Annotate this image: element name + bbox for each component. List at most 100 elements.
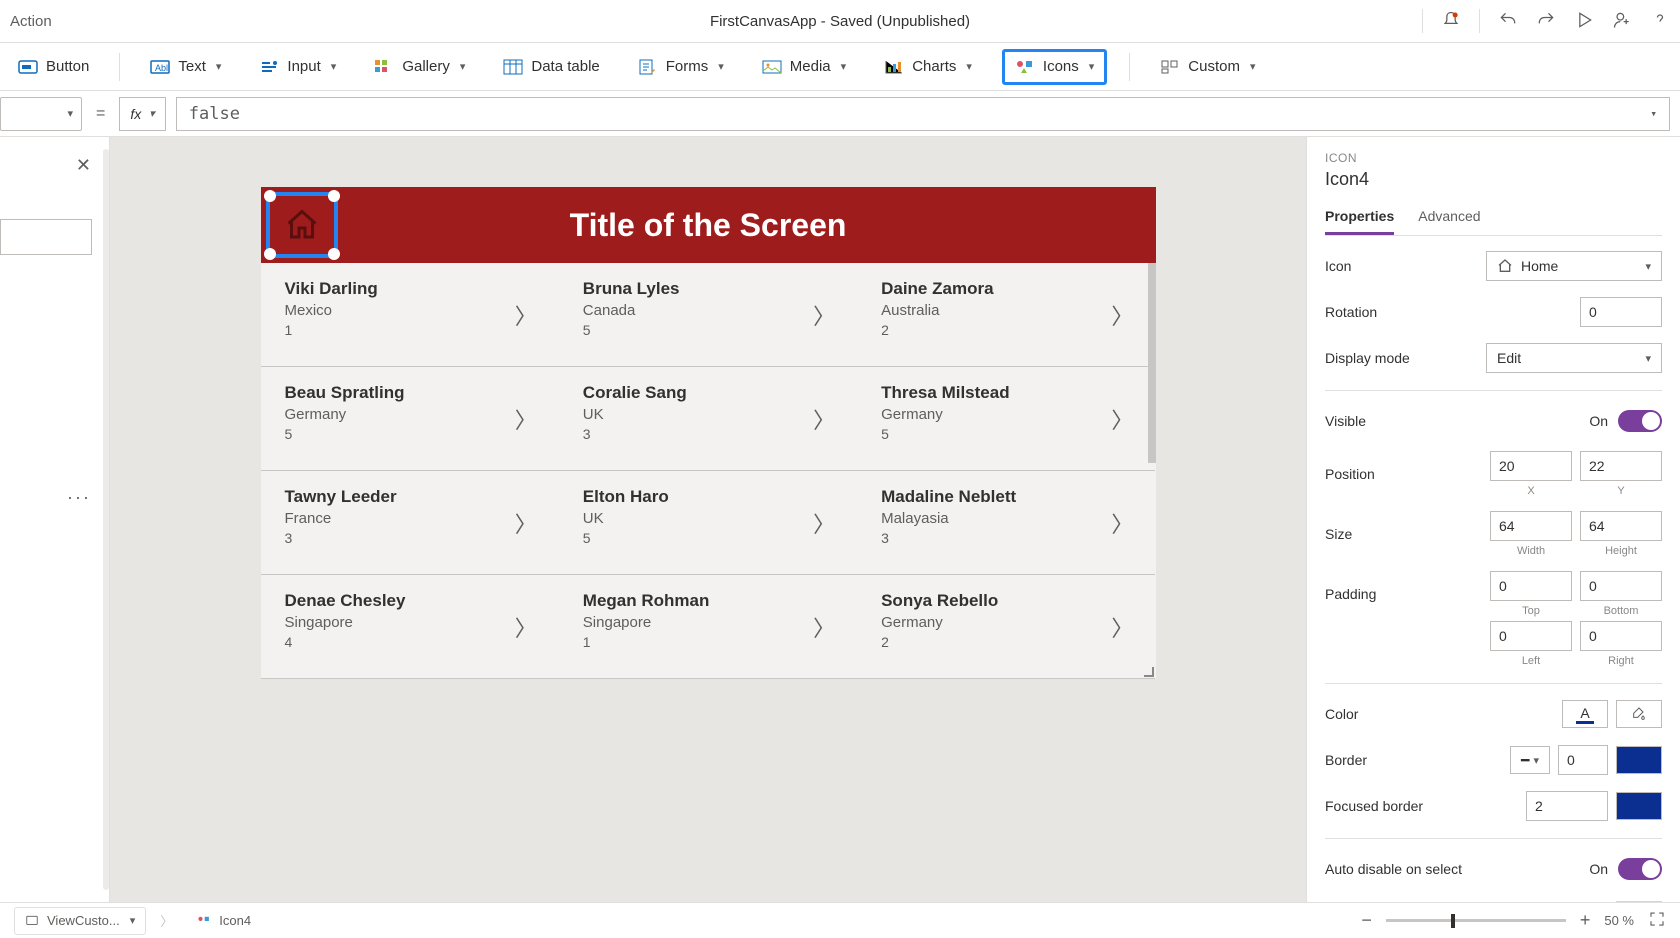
gallery-scrollbar[interactable] [1148,263,1156,463]
app-canvas[interactable]: Title of the Screen Viki Darling Mexico … [261,187,1156,679]
chevron-right-icon[interactable]: 〉 [1111,611,1133,643]
chevron-right-icon[interactable]: 〉 [1111,403,1133,435]
chevron-right-icon[interactable]: 〉 [813,507,835,539]
gallery-item[interactable]: Megan Rohman Singapore 1 〉 [559,575,857,679]
chevron-right-icon[interactable]: 〉 [813,299,835,331]
play-icon[interactable] [1574,10,1594,33]
close-icon[interactable]: ✕ [76,155,91,176]
fill-color-button[interactable] [1616,700,1662,728]
gallery-item[interactable]: Tawny Leeder France 3 〉 [261,471,559,575]
ribbon-icons[interactable]: Icons ▾ [1002,49,1107,85]
fborder-color-swatch[interactable] [1616,792,1662,820]
border-width-input[interactable]: 0 [1558,745,1608,775]
ribbon-custom[interactable]: Custom ▾ [1152,54,1263,80]
chevron-right-icon[interactable]: 〉 [515,611,537,643]
ribbon-gallery[interactable]: Gallery ▾ [366,54,473,80]
border-style-select[interactable]: ━ ▾ [1510,746,1550,774]
gallery-item[interactable]: Denae Chesley Singapore 4 〉 [261,575,559,679]
ribbon-input[interactable]: Input ▾ [251,54,344,80]
prop-display-select[interactable]: Edit▾ [1486,343,1662,373]
chevron-down-icon: ▾ [216,60,222,73]
properties-pane: ICON Icon4 Properties Advanced Icon Home… [1306,137,1680,902]
ribbon-text[interactable]: Abl Text ▾ [142,54,229,80]
pad-bottom-input[interactable]: 0 [1580,571,1662,601]
item-number: 5 [881,426,1137,442]
breadcrumb-screen[interactable]: ViewCusto... ▾ [14,907,146,935]
zoom-in-button[interactable]: + [1580,910,1591,931]
ribbon-forms[interactable]: Forms ▾ [630,54,732,80]
chevron-right-icon[interactable]: 〉 [515,507,537,539]
gallery-item[interactable]: Elton Haro UK 5 〉 [559,471,857,575]
separator [1129,53,1130,81]
app-checker-icon[interactable] [1441,10,1461,33]
prop-color-label: Color [1325,706,1562,722]
item-subtitle: Germany [285,406,541,423]
border-color-swatch[interactable] [1616,746,1662,774]
chevron-right-icon[interactable]: 〉 [515,299,537,331]
pos-y-input[interactable]: 22 [1580,451,1662,481]
resize-handle[interactable] [1144,667,1154,677]
help-icon[interactable] [1650,10,1670,33]
share-icon[interactable] [1612,10,1632,33]
prop-rotation-input[interactable]: 0 [1580,297,1662,327]
pad-left-input[interactable]: 0 [1490,621,1572,651]
chevron-right-icon[interactable]: 〉 [1111,299,1133,331]
ribbon-datatable[interactable]: Data table [495,54,607,80]
ribbon-media[interactable]: Media ▾ [754,54,854,80]
formula-input[interactable]: false ▾ [176,97,1670,131]
gallery-item[interactable]: Coralie Sang UK 3 〉 [559,367,857,471]
tab-properties[interactable]: Properties [1325,208,1394,235]
visible-toggle[interactable] [1618,410,1662,432]
chevron-right-icon[interactable]: 〉 [1111,507,1133,539]
height-input[interactable]: 64 [1580,511,1662,541]
prop-icon-select[interactable]: Home ▾ [1486,251,1662,281]
selected-home-icon[interactable] [266,192,338,258]
fit-screen-icon[interactable] [1648,910,1666,931]
gallery-item[interactable]: Madaline Neblett Malayasia 3 〉 [857,471,1155,575]
more-icon[interactable]: ··· [67,487,91,508]
fborder-input[interactable]: 2 [1526,791,1608,821]
pos-x-input[interactable]: 20 [1490,451,1572,481]
disabled-color-button[interactable]: A [1616,901,1662,902]
gallery-item[interactable]: Bruna Lyles Canada 5 〉 [559,263,857,367]
ribbon-label: Forms [666,58,709,75]
prop-fborder-label: Focused border [1325,798,1526,814]
autodisable-toggle[interactable] [1618,858,1662,880]
zoom-out-button[interactable]: − [1361,910,1372,931]
zoom-slider[interactable] [1386,919,1566,922]
gallery-item[interactable]: Sonya Rebello Germany 2 〉 [857,575,1155,679]
font-color-button[interactable]: A [1562,700,1608,728]
width-input[interactable]: 64 [1490,511,1572,541]
search-input[interactable] [0,219,92,255]
chevron-right-icon[interactable]: 〉 [813,403,835,435]
chevron-right-icon[interactable]: 〉 [515,403,537,435]
gallery[interactable]: Viki Darling Mexico 1 〉Bruna Lyles Canad… [261,263,1156,679]
prop-position-label: Position [1325,466,1490,482]
canvas-area: Title of the Screen Viki Darling Mexico … [110,137,1306,902]
ribbon-charts[interactable]: Charts ▾ [876,54,980,80]
separator [1422,9,1423,33]
prop-border-label: Border [1325,752,1510,768]
gallery-item[interactable]: Thresa Milstead Germany 5 〉 [857,367,1155,471]
pad-right-input[interactable]: 0 [1580,621,1662,651]
y-label: Y [1617,485,1624,497]
item-subtitle: Germany [881,406,1137,423]
chevron-right-icon[interactable]: 〉 [813,611,835,643]
menu-action[interactable]: Action [10,13,52,30]
pad-top-input[interactable]: 0 [1490,571,1572,601]
tab-advanced[interactable]: Advanced [1418,208,1480,235]
breadcrumb-selected[interactable]: Icon4 [187,907,261,935]
ribbon-button[interactable]: Button [10,54,97,80]
redo-icon[interactable] [1536,10,1556,33]
property-dropdown[interactable]: ▾ [0,97,82,131]
gallery-item[interactable]: Daine Zamora Australia 2 〉 [857,263,1155,367]
gallery-item[interactable]: Beau Spratling Germany 5 〉 [261,367,559,471]
fx-button[interactable]: fx▾ [119,97,165,131]
ribbon-label: Media [790,58,831,75]
scrollbar[interactable] [103,149,109,890]
ribbon-label: Charts [912,58,956,75]
chevron-down-icon: ▾ [1650,107,1657,120]
height-label: Height [1605,545,1637,557]
gallery-item[interactable]: Viki Darling Mexico 1 〉 [261,263,559,367]
undo-icon[interactable] [1498,10,1518,33]
